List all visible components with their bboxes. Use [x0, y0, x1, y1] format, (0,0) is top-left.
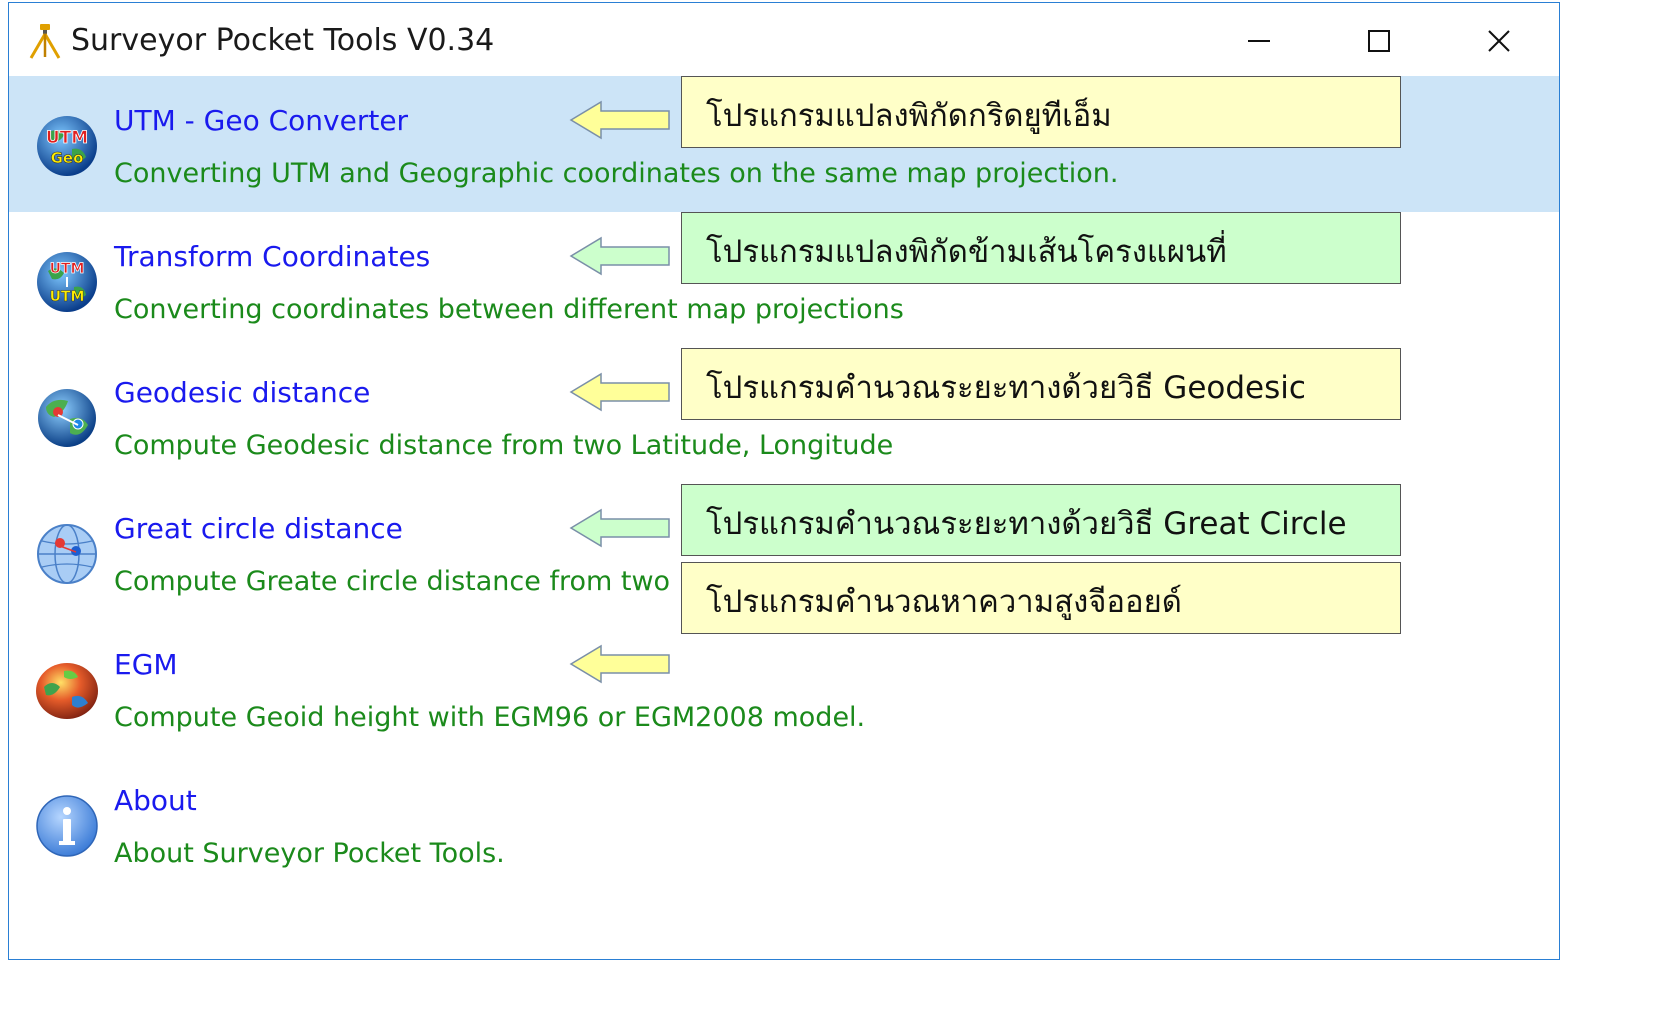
- svg-text:UTM: UTM: [46, 128, 88, 148]
- item-title[interactable]: About: [114, 784, 197, 817]
- title-bar[interactable]: Surveyor Pocket Tools V0.34: [9, 3, 1559, 76]
- item-title[interactable]: Transform Coordinates: [114, 240, 430, 273]
- maximize-button[interactable]: [1334, 11, 1424, 71]
- window-title: Surveyor Pocket Tools V0.34: [71, 23, 495, 58]
- list-item-egm[interactable]: EGM Compute Geoid height with EGM96 or E…: [9, 562, 1559, 756]
- app-window: Surveyor Pocket Tools V0.34 UTM Geo UTM …: [8, 2, 1560, 960]
- thai-annotation-note: โปรแกรมคำนวณระยะทางด้วยวิธี Great Circle: [681, 484, 1401, 556]
- minimize-icon: [1248, 40, 1270, 42]
- close-button[interactable]: [1454, 11, 1544, 71]
- thai-annotation-note: โปรแกรมแปลงพิกัดกริดยูทีเอ็ม: [681, 76, 1401, 148]
- surveyor-tripod-icon: [29, 24, 61, 59]
- thai-annotation-note: โปรแกรมแปลงพิกัดข้ามเส้นโครงแผนที่: [681, 212, 1401, 284]
- great-circle-globe-icon: [37, 524, 97, 584]
- tool-list: UTM Geo UTM - Geo Converter Converting U…: [9, 76, 1559, 959]
- minimize-button[interactable]: [1214, 11, 1304, 71]
- left-arrow-icon: [569, 100, 670, 140]
- geoid-icon: [36, 663, 98, 719]
- close-icon: [1488, 30, 1510, 52]
- item-description: Compute Geodesic distance from two Latit…: [114, 430, 894, 461]
- list-item-utm-geo-converter[interactable]: UTM Geo UTM - Geo Converter Converting U…: [9, 76, 1559, 212]
- item-title[interactable]: UTM - Geo Converter: [114, 104, 408, 137]
- maximize-icon: [1368, 30, 1390, 52]
- list-item-geodesic-distance[interactable]: Geodesic distance Compute Geodesic dista…: [9, 348, 1559, 484]
- item-title[interactable]: EGM: [114, 648, 178, 681]
- item-description: Converting coordinates between different…: [114, 294, 904, 325]
- utm-utm-globe-icon: UTM UTM: [37, 252, 97, 312]
- item-description: Compute Geoid height with EGM96 or EGM20…: [114, 702, 866, 733]
- item-title[interactable]: Geodesic distance: [114, 376, 370, 409]
- svg-text:UTM: UTM: [50, 289, 85, 305]
- left-arrow-icon: [569, 236, 670, 276]
- item-description: Converting UTM and Geographic coordinate…: [114, 158, 1119, 189]
- list-item-transform-coordinates[interactable]: UTM UTM Transform Coordinates Converting…: [9, 212, 1559, 348]
- info-icon: [36, 795, 98, 857]
- geodesic-globe-icon: [38, 389, 96, 447]
- item-title[interactable]: Great circle distance: [114, 512, 403, 545]
- left-arrow-icon: [569, 644, 670, 684]
- left-arrow-icon: [569, 508, 670, 548]
- svg-text:UTM: UTM: [50, 261, 85, 277]
- item-description: About Surveyor Pocket Tools.: [114, 838, 505, 869]
- thai-annotation-note: โปรแกรมคำนวณหาความสูงจีออยด์: [681, 562, 1401, 634]
- utm-geo-globe-icon: UTM Geo: [37, 116, 97, 176]
- svg-text:Geo: Geo: [51, 149, 84, 167]
- thai-annotation-note: โปรแกรมคำนวณระยะทางด้วยวิธี Geodesic: [681, 348, 1401, 420]
- left-arrow-icon: [569, 372, 670, 412]
- list-item-about[interactable]: About About Surveyor Pocket Tools.: [9, 756, 1559, 892]
